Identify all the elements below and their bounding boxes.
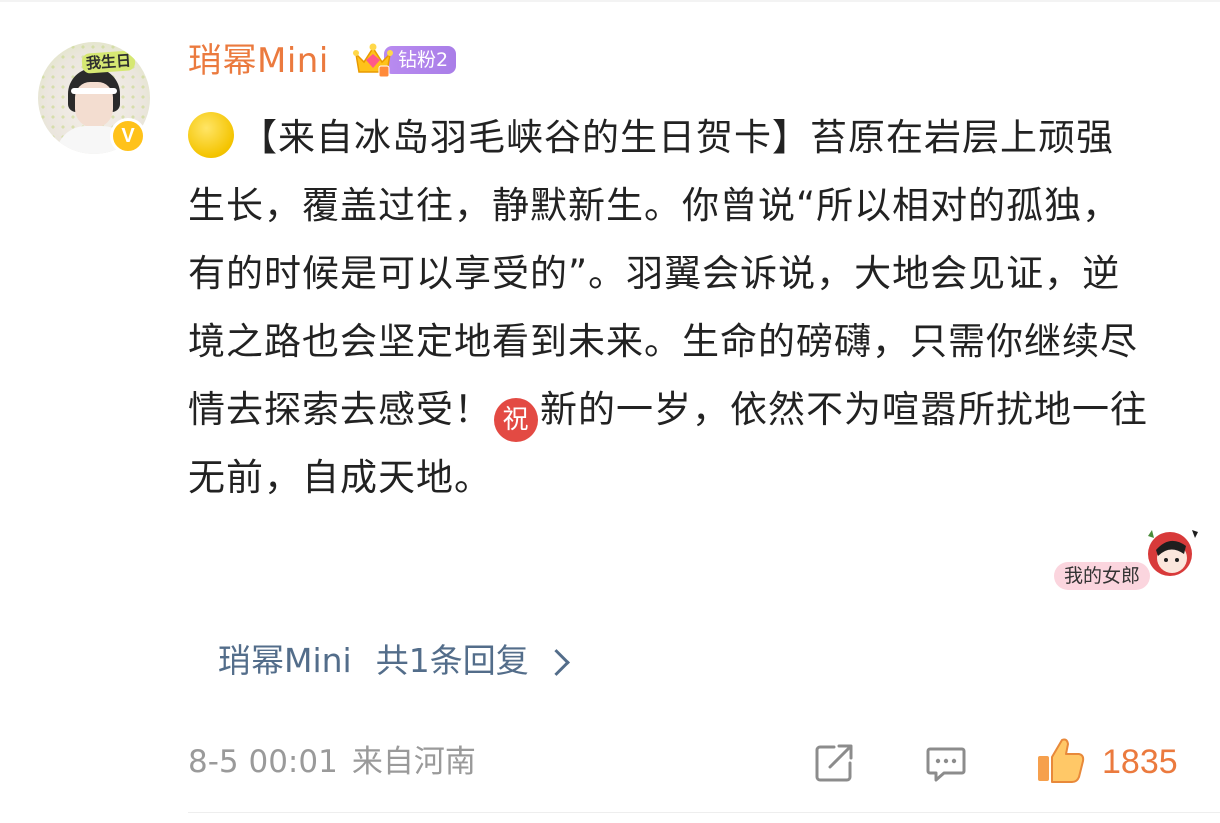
location: 来自河南 xyxy=(351,744,476,780)
comment-text-part1: 【来自冰岛羽毛峡谷的生日贺卡】苔原在岩层上顽强生长，覆盖过往，静默新生。你曾说“… xyxy=(188,116,1138,431)
fan-badge-label: 钻粉2 xyxy=(384,46,457,74)
share-icon[interactable] xyxy=(812,741,856,785)
reply-author: 琑幂Mini xyxy=(218,641,352,680)
avatar-headband xyxy=(71,88,117,94)
top-divider xyxy=(0,0,1220,2)
reply-count: 共1条回复 xyxy=(375,641,529,680)
sticker: 我的女郎 xyxy=(1052,524,1202,594)
thumbs-up-icon[interactable] xyxy=(1036,736,1086,784)
avatar-stamp-text: 我生日 xyxy=(81,50,136,74)
comment-icon[interactable] xyxy=(924,741,968,785)
comment-text: 【来自冰岛羽毛峡谷的生日贺卡】苔原在岩层上顽强生长，覆盖过往，静默新生。你曾说“… xyxy=(188,104,1148,512)
verified-v-icon: V xyxy=(110,118,146,154)
like-count: 1835 xyxy=(1102,743,1178,781)
crown-icon xyxy=(353,43,393,78)
sticker-label: 我的女郎 xyxy=(1054,562,1151,590)
fan-badge[interactable]: 钻粉2 xyxy=(352,40,457,80)
timestamp: 8-5 00:01 xyxy=(188,744,338,780)
yellow-circle-icon xyxy=(188,112,234,158)
view-replies-link[interactable]: 琑幂Mini 共1条回复 xyxy=(218,638,570,684)
celebrate-zhu-icon: 祝 xyxy=(494,398,538,442)
bottom-divider xyxy=(188,812,1220,813)
comment-meta: 8-5 00:01 来自河南 xyxy=(188,740,476,784)
username[interactable]: 琑幂Mini xyxy=(188,38,329,84)
chevron-right-icon xyxy=(542,648,570,676)
